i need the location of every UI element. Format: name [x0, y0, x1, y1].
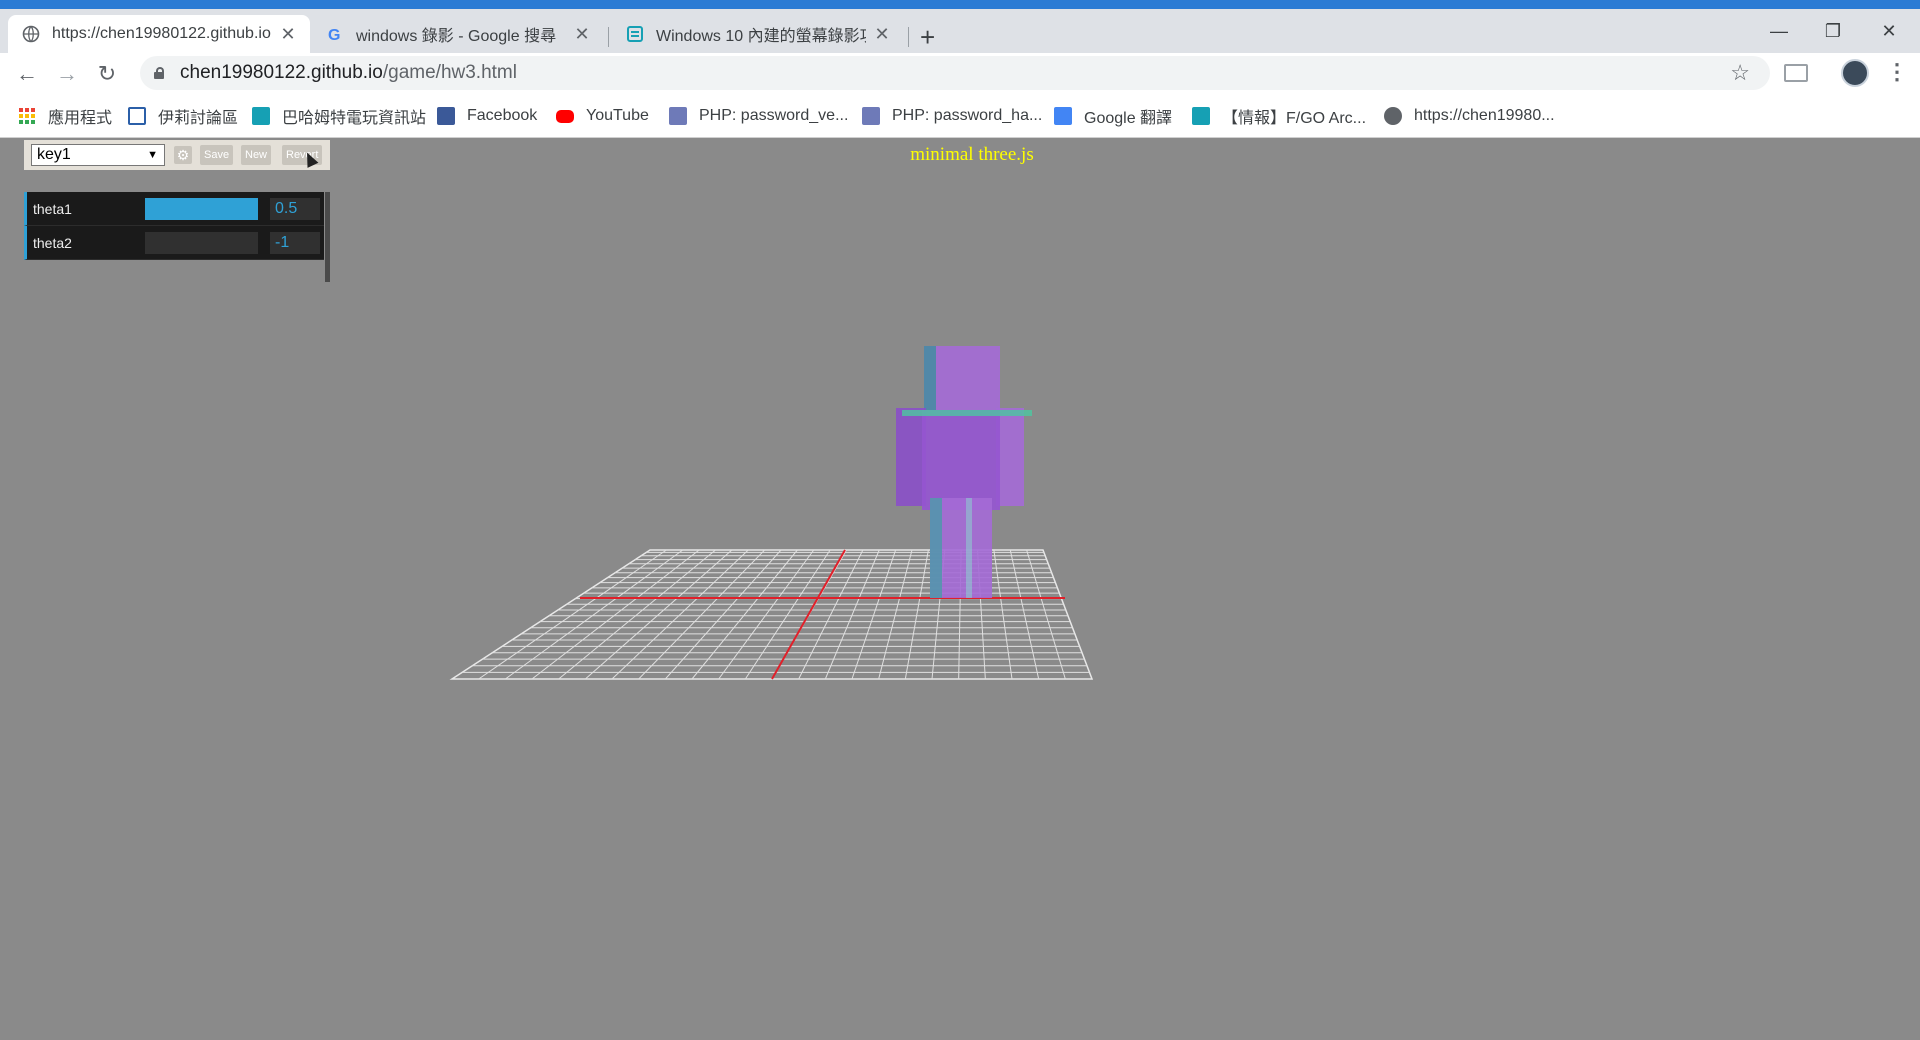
browser-menu-icon[interactable]: ⋮	[1886, 59, 1908, 85]
restore-button[interactable]: ❐	[1810, 21, 1856, 42]
google-translate-icon	[1054, 107, 1072, 125]
bookmark-label: PHP: password_ve...	[699, 107, 849, 124]
tab-title: Windows 10 內建的螢幕錄影功能	[656, 28, 866, 45]
tab-bar: https://chen19980122.github.io ✕ G windo…	[0, 9, 1920, 53]
bookmark-label: 伊莉討論區	[158, 110, 239, 127]
gear-icon[interactable]: ⚙	[174, 146, 192, 164]
new-tab-button[interactable]: +	[920, 24, 935, 50]
bookmark-facebook[interactable]: Facebook	[437, 105, 537, 127]
gui-spacer	[24, 170, 330, 192]
ground-grid	[449, 549, 1094, 680]
globe-icon	[1384, 107, 1402, 125]
theta2-value-input[interactable]: -1	[270, 232, 320, 254]
url-text: chen19980122.github.io/game/hw3.html	[180, 62, 517, 84]
bookmark-youtube[interactable]: YouTube	[556, 105, 649, 127]
bookmark-label: PHP: password_ha...	[892, 107, 1043, 124]
facebook-icon	[437, 107, 455, 125]
reload-button[interactable]: ↻	[93, 61, 121, 87]
tab-close-icon[interactable]: ✕	[280, 24, 296, 45]
lock-icon	[154, 67, 164, 79]
close-window-button[interactable]: ✕	[1866, 21, 1912, 42]
bookmark-star-icon[interactable]: ☆	[1730, 60, 1750, 86]
tab-close-icon[interactable]: ✕	[574, 24, 590, 45]
php-icon	[862, 107, 880, 125]
tab-close-icon[interactable]: ✕	[874, 24, 890, 45]
gui-controllers: theta1 0.5 theta2 -1	[24, 192, 330, 282]
browser-toolbar: ← → ↻ chen19980122.github.io/game/hw3.ht…	[0, 53, 1920, 95]
globe-icon	[22, 25, 40, 43]
tab-google-search[interactable]: G windows 錄影 - Google 搜尋 ✕	[312, 15, 604, 53]
bookmark-label: 巴哈姆特電玩資訊站	[282, 110, 427, 127]
bookmark-label: https://chen19980...	[1414, 107, 1555, 124]
url-host: chen19980122.github.io	[180, 62, 383, 83]
tab-separator	[608, 27, 609, 47]
address-bar[interactable]: chen19980122.github.io/game/hw3.html ☆	[140, 56, 1770, 90]
bahamut-icon	[1192, 107, 1210, 125]
chevron-down-icon: ▼	[147, 149, 158, 161]
bookmark-eyny[interactable]: 伊莉討論區	[128, 105, 238, 127]
bookmark-fgo[interactable]: 【情報】F/GO Arc...	[1192, 105, 1366, 127]
tab-active[interactable]: https://chen19980122.github.io ✕	[8, 15, 310, 53]
robot-figure	[896, 346, 1032, 598]
bookmarks-bar: 應用程式 伊莉討論區 巴哈姆特電玩資訊站 Facebook YouTube PH…	[0, 95, 1920, 138]
bookmark-label: 應用程式	[48, 110, 113, 127]
bookmark-label: Facebook	[467, 107, 538, 124]
slider-fill	[145, 198, 258, 220]
controller-label: theta1	[33, 201, 72, 217]
minimize-button[interactable]: —	[1756, 21, 1802, 42]
preset-select[interactable]: key1 ▼	[31, 144, 165, 166]
new-button[interactable]: New	[241, 145, 272, 165]
window-top-strip	[0, 0, 1920, 9]
webgl-page[interactable]: minimal three.js key1 ▼ ⚙ Save New Revert…	[0, 138, 1920, 1040]
youtube-icon	[556, 109, 574, 123]
apps-grid-icon	[19, 108, 35, 124]
eyny-icon	[128, 107, 146, 125]
bookmark-github[interactable]: https://chen19980...	[1384, 105, 1555, 127]
tab-windows-recording[interactable]: Windows 10 內建的螢幕錄影功能 ✕	[612, 15, 904, 53]
bookmark-label: Google 翻譯	[1084, 110, 1173, 127]
controller-theta2: theta2 -1	[24, 226, 324, 260]
gui-preset-bar: key1 ▼ ⚙ Save New Revert	[24, 140, 330, 170]
theta2-slider[interactable]	[145, 232, 258, 254]
bookmark-php-verify[interactable]: PHP: password_ve...	[669, 105, 848, 127]
three-canvas[interactable]	[0, 138, 1920, 1040]
tab-separator	[908, 27, 909, 47]
gui-scrollbar[interactable]	[325, 192, 330, 282]
url-path: /game/hw3.html	[382, 62, 517, 83]
dat-gui-panel: key1 ▼ ⚙ Save New Revert theta1 0.5 theta…	[24, 140, 330, 282]
controller-theta1: theta1 0.5	[24, 192, 324, 226]
svg-text:G: G	[328, 27, 340, 43]
back-button[interactable]: ←	[13, 61, 41, 87]
preset-value: key1	[37, 146, 71, 163]
bookmark-php-hash[interactable]: PHP: password_ha...	[862, 105, 1042, 127]
controller-label: theta2	[33, 235, 72, 251]
bookmark-label: YouTube	[586, 107, 649, 124]
bookmark-bahamut[interactable]: 巴哈姆特電玩資訊站	[252, 105, 426, 127]
bahamut-icon	[252, 107, 270, 125]
profile-avatar[interactable]	[1841, 59, 1869, 87]
tab-title: https://chen19980122.github.io	[52, 25, 271, 42]
tab-title: windows 錄影 - Google 搜尋	[356, 28, 557, 45]
extension-icon[interactable]	[1784, 64, 1808, 82]
google-icon: G	[328, 27, 340, 43]
page-icon	[627, 26, 643, 42]
theta1-slider[interactable]	[145, 198, 258, 220]
forward-button[interactable]: →	[53, 61, 81, 87]
php-icon	[669, 107, 687, 125]
save-button[interactable]: Save	[200, 145, 234, 165]
theta1-value-input[interactable]: 0.5	[270, 198, 320, 220]
bookmark-label: 【情報】F/GO Arc...	[1222, 110, 1367, 127]
bookmark-apps[interactable]: 應用程式	[18, 105, 112, 127]
bookmark-google-translate[interactable]: Google 翻譯	[1054, 105, 1172, 127]
